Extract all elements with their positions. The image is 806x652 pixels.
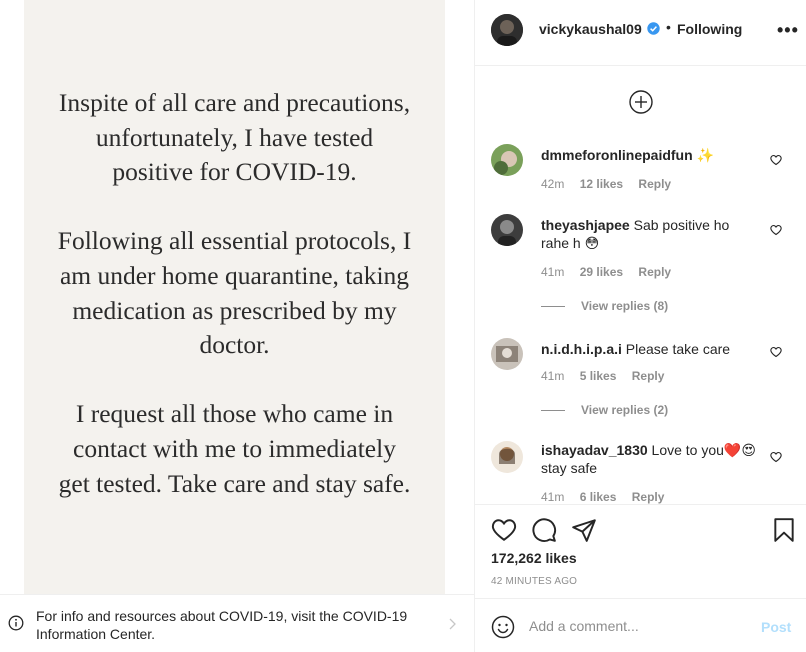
reply-button[interactable]: Reply bbox=[632, 490, 665, 504]
commenter-avatar[interactable] bbox=[491, 144, 523, 176]
comment-time[interactable]: 41m bbox=[541, 265, 564, 279]
replies-line bbox=[541, 306, 565, 308]
comment-likes[interactable]: 12 likes bbox=[580, 177, 623, 191]
post-header: vickykaushal09 • Following ••• bbox=[475, 0, 806, 66]
likes-count[interactable]: 172,262 likes bbox=[491, 550, 577, 566]
view-replies-button[interactable]: View replies (2) bbox=[541, 403, 668, 417]
view-replies-label: View replies (8) bbox=[581, 299, 669, 313]
post-timestamp[interactable]: 42 MINUTES AGO bbox=[491, 576, 577, 587]
replies-line bbox=[541, 410, 565, 412]
comment-likes[interactable]: 29 likes bbox=[580, 265, 623, 279]
comment-body: ✨ bbox=[696, 147, 714, 163]
chevron-right-icon bbox=[449, 618, 456, 630]
load-more-comments-icon[interactable] bbox=[629, 90, 653, 114]
comment-body: Please take care bbox=[625, 341, 731, 357]
comment-likes[interactable]: 6 likes bbox=[580, 490, 617, 504]
comment-username[interactable]: n.i.d.h.i.p.a.i bbox=[541, 341, 622, 357]
comment-username[interactable]: dmmeforonlinepaidfun bbox=[541, 147, 693, 163]
post-paragraph-1: Inspite of all care and precautions, unf… bbox=[58, 88, 411, 187]
comment-like-heart-icon[interactable] bbox=[770, 154, 782, 166]
following-button[interactable]: Following bbox=[677, 21, 742, 37]
comment-like-heart-icon[interactable] bbox=[770, 451, 782, 463]
comment-meta: 41m 5 likes Reply bbox=[541, 369, 676, 383]
comment-time[interactable]: 42m bbox=[541, 177, 564, 191]
post-actions: 172,262 likes 42 MINUTES AGO bbox=[475, 504, 806, 598]
comment-time[interactable]: 41m bbox=[541, 490, 564, 504]
share-paper-plane-icon[interactable] bbox=[571, 517, 597, 543]
reply-button[interactable]: Reply bbox=[638, 177, 671, 191]
verified-badge-icon bbox=[647, 22, 660, 35]
comment-meta: 41m 6 likes Reply bbox=[541, 490, 676, 504]
post-paragraph-3: I request all those who came in contact … bbox=[58, 399, 411, 498]
commenter-avatar[interactable] bbox=[491, 338, 523, 370]
comment-text: n.i.d.h.i.p.a.i Please take care bbox=[541, 340, 761, 358]
comment-input[interactable] bbox=[529, 614, 749, 638]
info-icon bbox=[8, 615, 24, 631]
reply-button[interactable]: Reply bbox=[638, 265, 671, 279]
comment-username[interactable]: ishayadav_1830 bbox=[541, 442, 648, 458]
post-button[interactable]: Post bbox=[761, 619, 791, 635]
comment-meta: 41m 29 likes Reply bbox=[541, 265, 683, 279]
view-replies-button[interactable]: View replies (8) bbox=[541, 299, 668, 313]
like-heart-icon[interactable] bbox=[491, 517, 517, 543]
post-image[interactable]: Inspite of all care and precautions, unf… bbox=[24, 0, 445, 594]
covid-info-text: For info and resources about COVID-19, v… bbox=[36, 608, 408, 642]
comment-like-heart-icon[interactable] bbox=[770, 346, 782, 358]
more-options-icon[interactable]: ••• bbox=[777, 20, 799, 41]
view-replies-label: View replies (2) bbox=[581, 403, 669, 417]
post-media: Inspite of all care and precautions, unf… bbox=[0, 0, 474, 594]
comment-username[interactable]: theyashjapee bbox=[541, 217, 630, 233]
separator-dot: • bbox=[666, 19, 671, 35]
post-paragraph-2: Following all essential protocols, I am … bbox=[57, 226, 412, 360]
commenter-avatar[interactable] bbox=[491, 441, 523, 473]
commenter-avatar[interactable] bbox=[491, 214, 523, 246]
comment-meta: 42m 12 likes Reply bbox=[541, 177, 683, 191]
comment-time[interactable]: 41m bbox=[541, 369, 564, 383]
comment-like-heart-icon[interactable] bbox=[770, 224, 782, 236]
comment-bubble-icon[interactable] bbox=[531, 517, 557, 543]
comment-text: theyashjapee Sab positive ho rahe h 😳 bbox=[541, 216, 761, 252]
author-username[interactable]: vickykaushal09 bbox=[539, 21, 642, 37]
emoji-icon[interactable] bbox=[491, 615, 515, 639]
comment-text: dmmeforonlinepaidfun ✨ bbox=[541, 146, 761, 164]
author-avatar[interactable] bbox=[491, 14, 523, 46]
save-bookmark-icon[interactable] bbox=[771, 517, 797, 543]
covid-info-banner[interactable]: For info and resources about COVID-19, v… bbox=[0, 594, 474, 652]
comments-list: dmmeforonlinepaidfun ✨ 42m 12 likes Repl… bbox=[475, 66, 806, 504]
comment-text: ishayadav_1830 Love to you❤️😍 stay safe bbox=[541, 441, 761, 477]
add-comment-bar: Post bbox=[475, 598, 806, 652]
post-image-text: Inspite of all care and precautions, unf… bbox=[24, 86, 445, 536]
reply-button[interactable]: Reply bbox=[632, 369, 665, 383]
comment-likes[interactable]: 5 likes bbox=[580, 369, 617, 383]
